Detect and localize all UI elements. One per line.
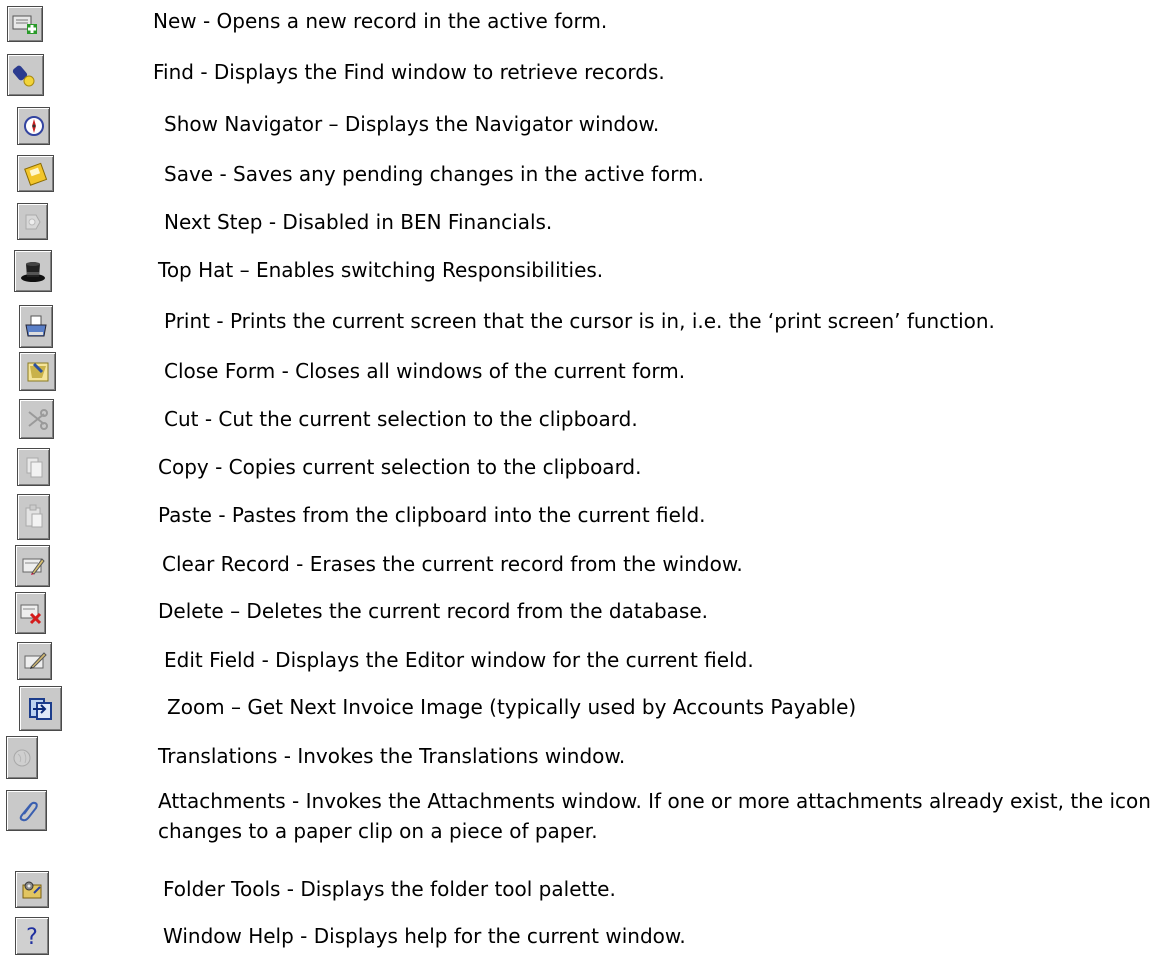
svg-text:?: ?: [26, 925, 38, 950]
cut-scissors-icon: [19, 399, 54, 439]
top-hat-icon: [14, 250, 52, 292]
clear-record-icon: [15, 545, 50, 587]
zoom-description: Zoom – Get Next Invoice Image (typically…: [167, 695, 857, 719]
cut-description: Cut - Cut the current selection to the c…: [164, 407, 638, 431]
find-flashlight-icon: [7, 54, 44, 96]
close-form-description: Close Form - Closes all windows of the c…: [164, 359, 686, 383]
close-form-icon: [19, 352, 56, 391]
paste-icon: [17, 494, 50, 540]
attachments-paperclip-icon: [6, 790, 47, 831]
translations-globe-icon: [6, 736, 38, 779]
save-disk-icon: [17, 155, 54, 192]
translations-description: Translations - Invokes the Translations …: [158, 744, 626, 768]
folder-tools-description: Folder Tools - Displays the folder tool …: [163, 877, 616, 901]
new-record-icon: [7, 6, 43, 42]
navigator-compass-icon: [17, 107, 50, 145]
next-step-description: Next Step - Disabled in BEN Financials.: [164, 210, 553, 234]
folder-tools-icon: [15, 871, 49, 908]
attachments-description: Attachments - Invokes the Attachments wi…: [158, 789, 1151, 843]
navigator-description: Show Navigator – Displays the Navigator …: [164, 112, 660, 136]
find-description: Find - Displays the Find window to retri…: [153, 60, 665, 84]
copy-description: Copy - Copies current selection to the c…: [158, 455, 642, 479]
copy-icon: [17, 448, 50, 486]
edit-field-icon: [17, 642, 52, 680]
print-description: Print - Prints the current screen that t…: [164, 309, 995, 333]
print-icon: [19, 305, 53, 348]
save-description: Save - Saves any pending changes in the …: [164, 162, 704, 186]
top-hat-description: Top Hat – Enables switching Responsibili…: [158, 258, 604, 282]
edit-field-description: Edit Field - Displays the Editor window …: [164, 648, 754, 672]
window-help-description: Window Help - Displays help for the curr…: [163, 924, 686, 948]
delete-description: Delete – Deletes the current record from…: [158, 599, 709, 623]
new-description: New - Opens a new record in the active f…: [153, 9, 608, 33]
paste-description: Paste - Pastes from the clipboard into t…: [158, 503, 706, 527]
delete-record-icon: [15, 592, 46, 634]
clear-record-description: Clear Record - Erases the current record…: [162, 552, 743, 576]
zoom-icon: [19, 686, 62, 731]
next-step-icon: [17, 203, 48, 240]
window-help-icon: ?: [15, 917, 49, 955]
